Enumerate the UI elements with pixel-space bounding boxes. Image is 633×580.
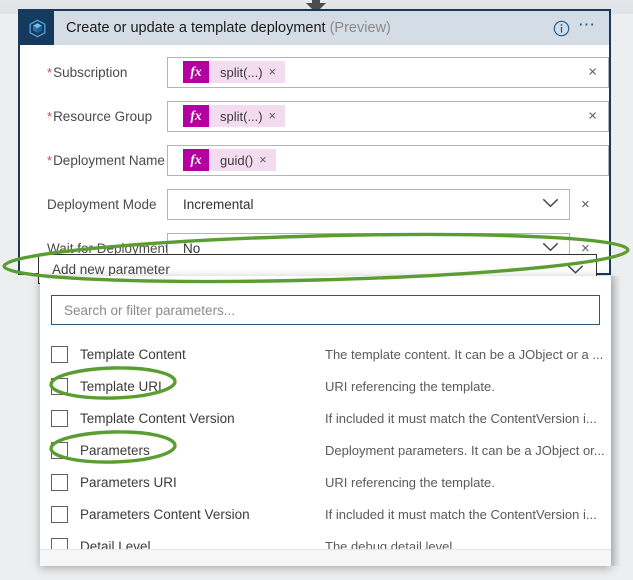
checkbox[interactable] — [51, 505, 68, 523]
field-label-subscription: *Subscription — [47, 64, 128, 80]
field-input-deployment-name[interactable]: fx guid() × — [167, 144, 609, 176]
token-chip-resource-group[interactable]: fx split(...) × — [183, 105, 285, 127]
field-label-resource-group: *Resource Group — [47, 108, 153, 124]
ellipsis-icon[interactable]: ⋯ — [578, 16, 597, 36]
parameter-row-parameters-uri[interactable]: Parameters URI URI referencing the templ… — [40, 466, 611, 498]
fx-icon: fx — [183, 149, 209, 171]
field-row-deployment-mode: Deployment Mode Incremental × — [20, 187, 609, 221]
flyout-footer — [40, 549, 611, 566]
parameter-description: If included it must match the ContentVer… — [325, 410, 597, 426]
field-row-subscription: *Subscription fx split(...) × × — [20, 55, 609, 89]
flyout-shadow — [611, 276, 621, 566]
parameter-name: Parameters URI — [80, 474, 177, 490]
parameter-row-template-content-version[interactable]: Template Content Version If included it … — [40, 402, 611, 434]
required-indicator: * — [47, 152, 53, 168]
required-indicator: * — [47, 108, 53, 124]
field-label-deployment-mode: Deployment Mode — [47, 196, 157, 212]
parameter-description: URI referencing the template. — [325, 378, 495, 394]
parameter-description: URI referencing the template. — [325, 474, 495, 490]
card-title: Create or update a template deployment (… — [66, 20, 391, 36]
card-title-text: Create or update a template deployment — [66, 20, 326, 36]
azure-resource-manager-cube-icon — [20, 11, 54, 45]
parameter-row-template-content[interactable]: Template Content The template content. I… — [40, 338, 611, 370]
checkbox[interactable] — [51, 345, 68, 363]
search-placeholder: Search or filter parameters... — [64, 302, 236, 318]
parameter-list: Template Content The template content. I… — [40, 338, 611, 562]
parameter-row-parameters-content-version[interactable]: Parameters Content Version If included i… — [40, 498, 611, 530]
parameter-name: Parameters Content Version — [80, 506, 250, 522]
info-circle-icon[interactable] — [553, 20, 570, 37]
header-actions: ⋯ — [553, 16, 609, 37]
token-remove-icon[interactable]: × — [269, 65, 285, 79]
action-card: Create or update a template deployment (… — [18, 9, 611, 284]
search-input[interactable]: Search or filter parameters... — [51, 295, 600, 325]
card-title-preview: (Preview) — [329, 20, 391, 36]
field-row-deployment-name: *Deployment Name fx guid() × — [20, 143, 609, 177]
field-input-subscription[interactable]: fx split(...) × × — [167, 56, 609, 88]
fx-icon: fx — [183, 105, 209, 127]
token-label: guid() — [220, 152, 254, 168]
token-chip-subscription[interactable]: fx split(...) × — [183, 61, 285, 83]
parameter-row-template-uri[interactable]: Template URI URI referencing the templat… — [40, 370, 611, 402]
remove-deployment-mode-icon[interactable]: × — [581, 197, 590, 212]
token-remove-icon[interactable]: × — [269, 109, 285, 123]
add-new-parameter-label: Add new parameter — [52, 261, 170, 277]
parameter-name: Parameters — [80, 442, 150, 458]
parameter-row-parameters[interactable]: Parameters Deployment parameters. It can… — [40, 434, 611, 466]
field-input-resource-group[interactable]: fx split(...) × × — [167, 100, 609, 132]
chevron-down-icon[interactable] — [542, 197, 559, 212]
field-row-resource-group: *Resource Group fx split(...) × × — [20, 99, 609, 133]
token-remove-icon[interactable]: × — [259, 153, 275, 167]
checkbox[interactable] — [51, 473, 68, 491]
fx-icon: fx — [183, 61, 209, 83]
parameter-name: Template Content Version — [80, 410, 235, 426]
parameter-description: If included it must match the ContentVer… — [325, 506, 597, 522]
checkbox[interactable] — [51, 441, 68, 459]
token-chip-deployment-name[interactable]: fx guid() × — [183, 149, 276, 171]
field-label-deployment-name: *Deployment Name — [47, 152, 165, 168]
token-label: split(...) — [220, 64, 263, 80]
clear-field-icon[interactable]: × — [588, 65, 597, 80]
field-select-deployment-mode[interactable]: Incremental — [167, 188, 570, 220]
card-header: Create or update a template deployment (… — [20, 11, 609, 45]
checkbox[interactable] — [51, 409, 68, 427]
required-indicator: * — [47, 64, 53, 80]
parameter-description: Deployment parameters. It can be a JObje… — [325, 442, 605, 458]
token-label: split(...) — [220, 108, 263, 124]
chevron-down-icon[interactable] — [567, 264, 596, 275]
form-fields: *Subscription fx split(...) × × *Resourc… — [20, 45, 609, 265]
checkbox[interactable] — [51, 377, 68, 395]
parameter-name: Template Content — [80, 346, 186, 362]
parameter-description: The template content. It can be a JObjec… — [325, 346, 604, 362]
select-value: Incremental — [183, 196, 254, 212]
clear-field-icon[interactable]: × — [588, 109, 597, 124]
parameter-name: Template URI — [80, 378, 162, 394]
parameter-picker-flyout: Search or filter parameters... Template … — [40, 276, 611, 566]
